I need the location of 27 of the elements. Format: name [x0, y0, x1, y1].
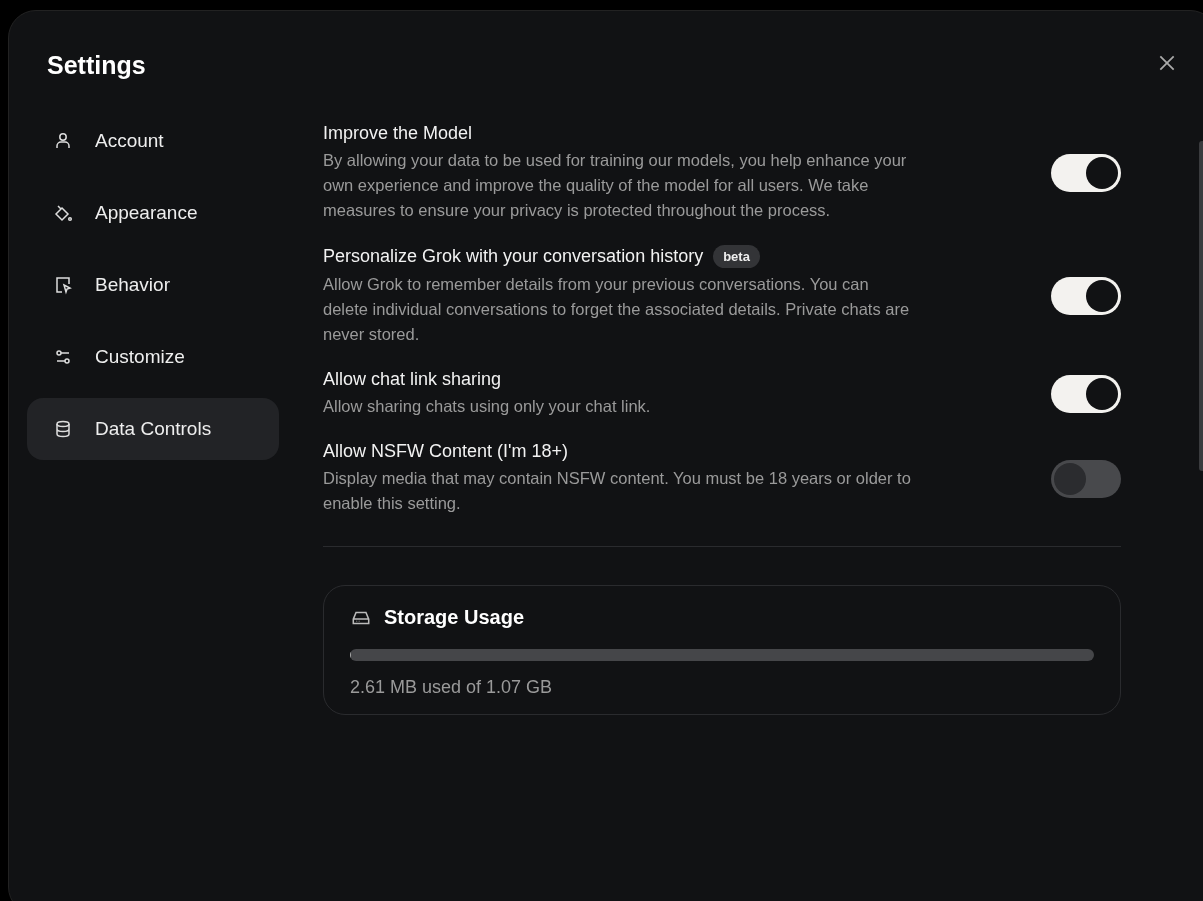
- setting-description: Allow sharing chats using only your chat link.: [323, 396, 652, 417]
- setting-title: Improve the Model: [323, 123, 473, 144]
- sidebar-item[interactable]: Data Controls: [27, 398, 279, 460]
- person-icon: [53, 131, 73, 151]
- setting-description: Allow Grok to remember details from your previous conversations. You can delete individual conversations to forget the associated details. Private chats are never stored.: [323, 274, 911, 345]
- toggle-switch[interactable]: [1051, 277, 1121, 315]
- storage-title: Storage Usage: [384, 606, 525, 629]
- paint-bucket-icon: [53, 203, 73, 223]
- dialog-title: Settings: [47, 51, 147, 80]
- sidebar-item[interactable]: Appearance: [27, 182, 279, 244]
- beta-badge: beta: [713, 245, 760, 268]
- storage-reading: 2.61 MB used of 1.07 GB: [350, 677, 554, 698]
- toggle-switch[interactable]: [1051, 375, 1121, 413]
- setting-title: Allow NSFW Content (I'm 18+): [323, 441, 568, 462]
- toggle-switch[interactable]: [1051, 459, 1121, 498]
- sliders-icon: [53, 347, 73, 367]
- cursor-icon: [53, 275, 73, 295]
- toggle-switch[interactable]: [1051, 154, 1121, 192]
- sidebar-item[interactable]: Customize: [27, 326, 279, 388]
- sidebar-item[interactable]: Account: [27, 110, 279, 172]
- close-icon[interactable]: [1157, 53, 1177, 73]
- setting-description: By allowing your data to be used for training our models, you help enhance your own experience and improve the quality of the model for all users. We take measures to ensure your privacy is protected throughout the process.: [323, 150, 908, 221]
- database-icon: [53, 419, 73, 439]
- sidebar-item[interactable]: Behavior: [27, 254, 279, 316]
- setting-description: Display media that may contain NSFW content. You must be 18 years or older to enable this setting.: [323, 468, 912, 514]
- setting-title: Personalize Grok with your conversation history: [323, 246, 704, 267]
- setting-title: Allow chat link sharing: [323, 369, 502, 390]
